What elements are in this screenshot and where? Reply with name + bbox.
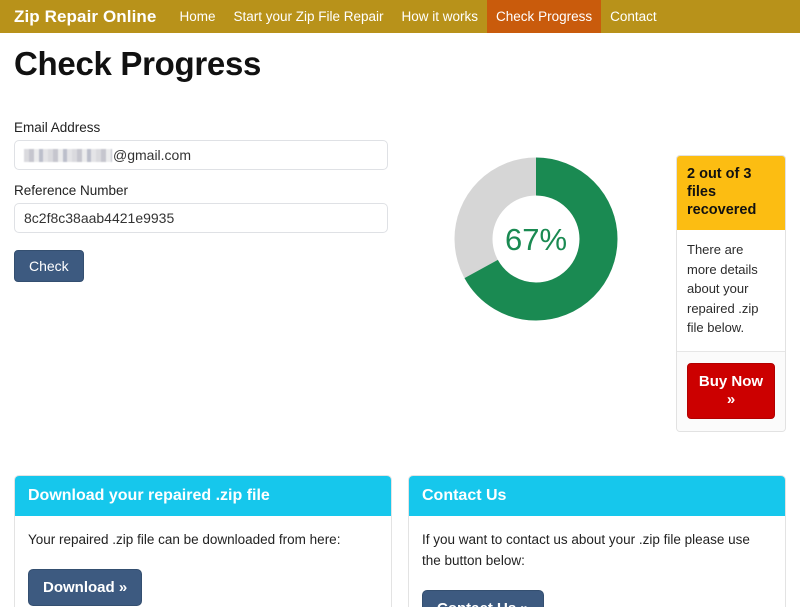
recovery-progress-donut-chart: 67% (450, 155, 622, 323)
contact-panel-title: Contact Us (409, 476, 785, 516)
email-input-value: @gmail.com (24, 147, 191, 163)
reference-number-input[interactable]: 8c2f8c38aab4421e9935 (14, 203, 388, 233)
reference-field-label: Reference Number (14, 183, 129, 198)
site-brand[interactable]: Zip Repair Online (0, 0, 170, 33)
download-panel-action: Download » (15, 551, 391, 606)
email-field-label: Email Address (14, 120, 101, 135)
donut-svg: 67% (454, 157, 618, 321)
check-button[interactable]: Check (14, 250, 84, 282)
recovery-status-footer: Buy Now » (677, 351, 785, 432)
nav-item-home[interactable]: Home (170, 0, 224, 33)
page-title: Check Progress (14, 45, 262, 82)
donut-center-label: 67% (505, 222, 567, 257)
nav-links: Home Start your Zip File Repair How it w… (170, 0, 665, 33)
download-panel-title: Download your repaired .zip file (15, 476, 391, 516)
email-domain-text: @gmail.com (113, 147, 192, 163)
reference-number-value: 8c2f8c38aab4421e9935 (24, 210, 175, 226)
recovery-status-headline: 2 out of 3 files recovered (677, 156, 785, 231)
redaction-block (24, 148, 112, 162)
progress-check-form: Email Address @gmail.com Reference Numbe… (14, 120, 388, 282)
buy-now-button[interactable]: Buy Now » (687, 362, 775, 420)
recovery-status-body: There are more details about your repair… (677, 230, 785, 352)
contact-us-button[interactable]: Contact Us » (422, 589, 544, 607)
nav-item-how-it-works[interactable]: How it works (393, 0, 488, 33)
download-panel: Download your repaired .zip file Your re… (14, 475, 392, 607)
download-panel-body: Your repaired .zip file can be downloade… (28, 532, 341, 547)
page-content: Check Progress Email Address @gmail.com … (0, 45, 800, 607)
nav-item-start-repair[interactable]: Start your Zip File Repair (224, 0, 392, 33)
nav-item-check-progress[interactable]: Check Progress (487, 0, 602, 33)
contact-panel: Contact Us If you want to contact us abo… (408, 475, 786, 607)
nav-item-contact[interactable]: Contact (601, 0, 666, 33)
contact-panel-action: Contact Us » (409, 572, 785, 607)
bottom-panels-row: Download your repaired .zip file Your re… (14, 475, 786, 607)
download-button[interactable]: Download » (28, 568, 143, 606)
contact-panel-body: If you want to contact us about your .zi… (422, 532, 750, 568)
email-input[interactable]: @gmail.com (14, 140, 388, 170)
recovery-status-panel: 2 out of 3 files recovered There are mor… (676, 155, 786, 433)
main-navbar: Zip Repair Online Home Start your Zip Fi… (0, 0, 800, 33)
